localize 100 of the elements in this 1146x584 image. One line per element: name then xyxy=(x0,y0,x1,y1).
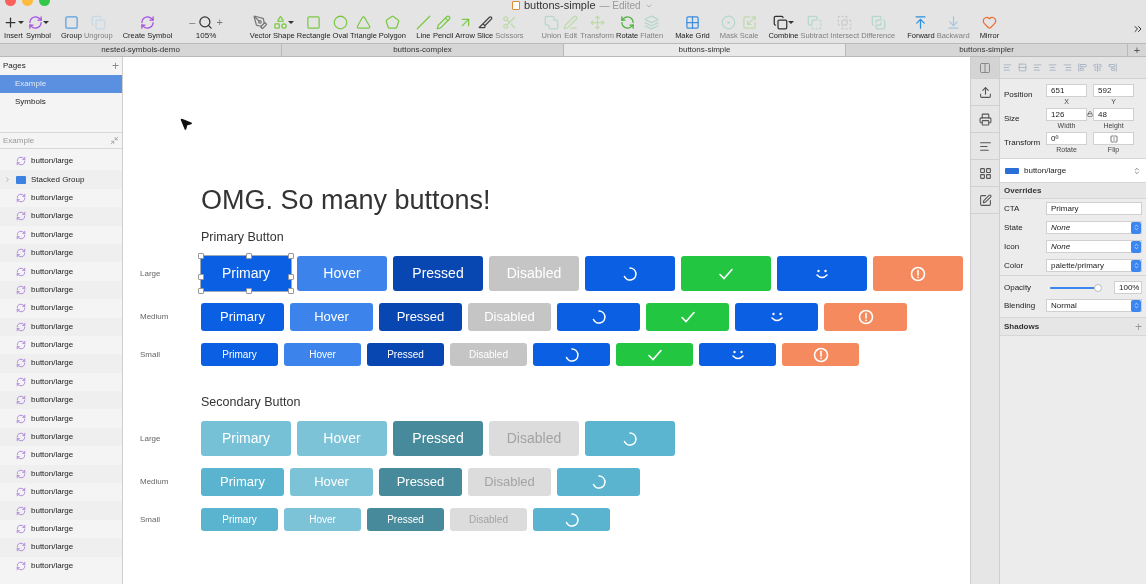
layer-item[interactable]: button/large xyxy=(0,501,122,520)
override-field[interactable]: Primary xyxy=(1046,202,1142,215)
layer-name: button/large xyxy=(31,449,74,462)
sample-button[interactable]: Hover xyxy=(284,343,361,366)
layer-item[interactable]: button/large xyxy=(0,243,122,263)
add-tab-button[interactable]: + xyxy=(1128,44,1146,56)
align-icon[interactable] xyxy=(1033,63,1042,72)
icon-sample-button[interactable] xyxy=(557,468,640,496)
layer-item[interactable]: button/large xyxy=(0,464,122,484)
sample-button[interactable]: Primary xyxy=(201,256,291,291)
document-tab[interactable]: buttons-simpler xyxy=(846,44,1128,56)
icon-sample-button[interactable] xyxy=(585,256,675,291)
layer-item[interactable]: button/large xyxy=(0,188,122,208)
slider-thumb[interactable] xyxy=(1094,283,1102,292)
resize-handle[interactable] xyxy=(198,273,204,280)
layer-item[interactable]: button/large xyxy=(0,299,122,318)
resize-handle[interactable] xyxy=(288,253,294,259)
layer-item[interactable]: button/large xyxy=(0,354,122,373)
section-heading: Primary Button xyxy=(201,229,285,245)
layer-item[interactable]: button/large xyxy=(0,446,122,465)
blending-select[interactable]: Normal xyxy=(1046,299,1142,312)
sample-button[interactable]: Pressed xyxy=(379,468,462,496)
symbol-selector[interactable]: button/large xyxy=(1000,158,1146,183)
icon-sample-button[interactable] xyxy=(557,303,640,331)
sample-button[interactable]: Pressed xyxy=(379,303,462,331)
layer-item[interactable]: button/large xyxy=(0,556,122,575)
layer-item[interactable]: button/large xyxy=(0,262,122,281)
layer-name: button/large xyxy=(31,191,74,204)
flip-buttons[interactable] xyxy=(1093,132,1134,145)
mouse-pointer-icon xyxy=(179,117,193,131)
sample-button[interactable]: Pressed xyxy=(393,421,483,456)
layer-item[interactable]: button/large xyxy=(0,427,122,447)
align-icon[interactable] xyxy=(1093,63,1102,72)
layer-item[interactable]: button/large xyxy=(0,538,122,557)
icon-sample-button[interactable] xyxy=(735,303,818,331)
sample-button[interactable]: Primary xyxy=(201,343,278,366)
sample-button[interactable]: Hover xyxy=(297,256,387,291)
icon-sample-button[interactable] xyxy=(533,343,610,366)
layer-item[interactable]: button/large xyxy=(0,317,122,336)
layer-item[interactable]: button/large xyxy=(0,391,122,410)
layer-item[interactable]: button/large xyxy=(0,152,122,171)
align-icon[interactable] xyxy=(1078,63,1087,72)
layer-item[interactable]: button/large xyxy=(0,280,122,300)
layer-name: button/large xyxy=(31,357,74,370)
sample-button[interactable]: Pressed xyxy=(393,256,483,291)
zoom-in-button[interactable]: + xyxy=(216,13,223,31)
override-select[interactable]: None xyxy=(1046,221,1142,234)
resize-handle[interactable] xyxy=(288,288,294,294)
window-title: buttons-simple xyxy=(524,0,596,11)
rotate-field[interactable]: 0º xyxy=(1046,132,1087,145)
tool-icon xyxy=(273,14,289,30)
layer-name: button/large xyxy=(31,559,74,572)
tool-icon xyxy=(684,14,700,30)
resize-handle[interactable] xyxy=(198,253,204,259)
sample-button[interactable]: Hover xyxy=(290,303,373,331)
resize-handle[interactable] xyxy=(246,253,252,259)
document-tab[interactable]: buttons-simple xyxy=(564,44,846,56)
resize-handle[interactable] xyxy=(198,288,204,294)
layer-item[interactable]: Stacked Group xyxy=(0,170,122,189)
layer-item[interactable]: button/large xyxy=(0,372,122,392)
zoom-out-button[interactable]: – xyxy=(189,13,196,31)
sample-button[interactable]: Primary xyxy=(201,303,284,331)
icon-sample-button[interactable] xyxy=(824,303,907,331)
override-select[interactable]: None xyxy=(1046,240,1142,253)
icon-sample-button[interactable] xyxy=(873,256,963,291)
align-icon[interactable] xyxy=(1063,63,1072,72)
layer-item[interactable]: button/large xyxy=(0,207,122,226)
page-item[interactable]: Symbols xyxy=(0,93,122,111)
icon-sample-button[interactable] xyxy=(533,508,610,531)
more-tools-icon[interactable] xyxy=(1132,23,1144,35)
y-field[interactable]: 592 xyxy=(1093,84,1134,97)
collapse-icon[interactable] xyxy=(110,136,119,145)
layer-item[interactable]: button/large xyxy=(0,519,122,539)
layer-name: button/large xyxy=(31,486,74,499)
sample-button[interactable]: Pressed xyxy=(367,343,444,366)
document-tab[interactable]: nested-symbols-demo xyxy=(0,44,282,56)
lock-icon[interactable] xyxy=(1087,111,1093,117)
resize-handle[interactable] xyxy=(246,288,252,294)
resize-handle[interactable] xyxy=(288,273,294,280)
icon-sample-button[interactable] xyxy=(699,343,776,366)
document-tab[interactable]: buttons-complex xyxy=(282,44,564,56)
layer-name: button/large xyxy=(31,283,74,296)
opacity-field[interactable]: 100% xyxy=(1114,281,1142,294)
tool-icon xyxy=(589,14,605,30)
tool-icon xyxy=(870,14,886,30)
align-icon[interactable] xyxy=(1018,63,1027,72)
width-field[interactable]: 126 xyxy=(1046,108,1087,121)
layer-item[interactable]: button/large xyxy=(0,409,122,428)
layer-item[interactable]: button/large xyxy=(0,483,122,502)
override-select[interactable]: palette/primary xyxy=(1046,259,1142,272)
x-field[interactable]: 651 xyxy=(1046,84,1087,97)
icon-sample-button[interactable] xyxy=(782,343,859,366)
tool-icon xyxy=(741,14,757,30)
layer-item[interactable]: button/large xyxy=(0,335,122,355)
sample-button[interactable]: Pressed xyxy=(367,508,444,531)
align-icon[interactable] xyxy=(1108,63,1117,72)
layer-item[interactable]: button/large xyxy=(0,225,122,244)
align-icon[interactable] xyxy=(1048,63,1057,72)
height-field[interactable]: 48 xyxy=(1093,108,1134,121)
align-icon[interactable] xyxy=(1003,63,1012,72)
